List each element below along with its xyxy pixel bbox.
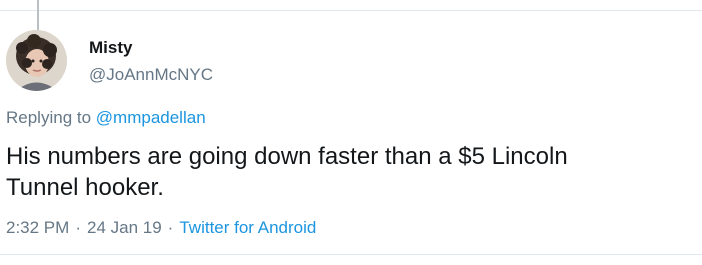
tweet-metadata: 2:32 PM · 24 Jan 19 · Twitter for Android [6, 217, 316, 239]
bottom-divider [0, 254, 702, 255]
tweet-source-link[interactable]: Twitter for Android [179, 218, 316, 237]
reply-target-link[interactable]: @mmpadellan [96, 108, 206, 127]
tweet-time[interactable]: 2:32 PM [6, 218, 69, 237]
tweet-card: Misty @JoAnnMcNYC Replying to @mmpadella… [0, 0, 702, 265]
author-handle[interactable]: @JoAnnMcNYC [89, 64, 213, 86]
tweet-date[interactable]: 24 Jan 19 [87, 218, 162, 237]
avatar[interactable] [6, 30, 67, 91]
meta-separator: · [75, 218, 81, 237]
replying-to-label: Replying to [6, 108, 96, 127]
avatar-photo-icon [6, 30, 67, 91]
thread-connector-line [37, 0, 39, 30]
top-divider [0, 10, 702, 11]
author-display-name[interactable]: Misty [89, 37, 132, 59]
tweet-text: His numbers are going down faster than a… [6, 143, 568, 201]
meta-separator: · [167, 218, 174, 237]
replying-to-line: Replying to @mmpadellan [6, 107, 206, 129]
